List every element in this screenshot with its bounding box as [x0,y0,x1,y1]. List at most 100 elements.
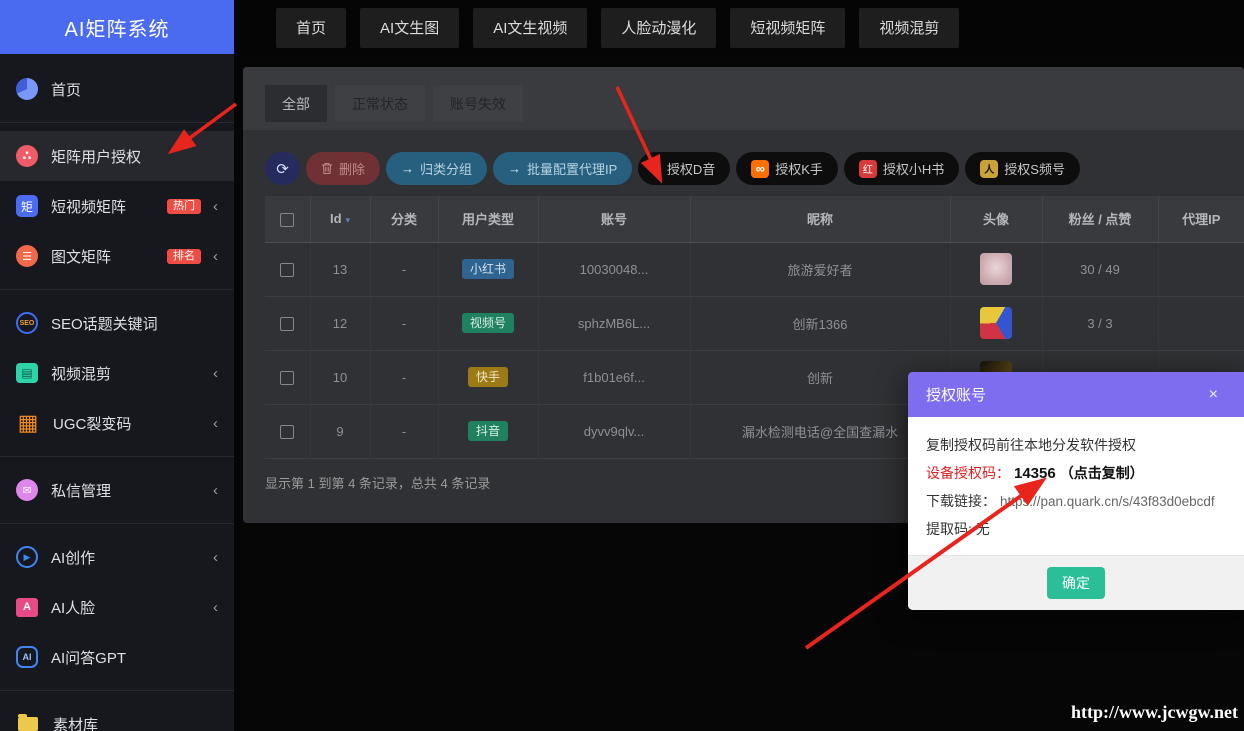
sidebar-item-label: 图文矩阵 [51,246,111,267]
confirm-button[interactable]: 确定 [1047,567,1105,599]
video-clip-icon: ▤ [16,363,38,383]
row-checkbox[interactable] [280,263,294,277]
sidebar-item-image-text-matrix[interactable]: ☰ 图文矩阵 排名 ‹ [0,231,234,281]
col-header-proxy-ip: 代理IP [1158,196,1244,242]
sidebar-item-short-video-matrix[interactable]: 矩 短视频矩阵 热门 ‹ [0,181,234,231]
image-text-matrix-icon: ☰ [16,245,38,267]
auth-douyin-button[interactable]: ♪ 授权D音 [638,152,730,185]
col-header-avatar: 头像 [950,196,1042,242]
cell-id: 13 [310,242,370,296]
sidebar-item-ai-face[interactable]: A AI人脸 ‹ [0,582,234,632]
row-checkbox[interactable] [280,371,294,385]
row-checkbox[interactable] [280,317,294,331]
cell-fans-likes: 30 / 49 [1042,242,1158,296]
user-auth-icon: ∴ [16,145,38,167]
auth-kuaishou-label: 授权K手 [775,159,823,178]
sidebar-item-video-mix[interactable]: ▤ 视频混剪 ‹ [0,348,234,398]
topnav-tab-video-mix[interactable]: 视频混剪 [859,8,959,48]
auth-douyin-label: 授权D音 [667,159,715,178]
ai-face-icon: A [16,598,38,617]
seo-icon: SEO [16,312,38,334]
sidebar-item-ai-create[interactable]: ▶ AI创作 ‹ [0,532,234,582]
sidebar-separator [0,690,234,691]
modal-title: 授权账号 [926,384,986,405]
sidebar-item-ai-gpt[interactable]: AI AI问答GPT [0,632,234,682]
group-button-label: 归类分组 [420,159,472,178]
ai-gpt-icon: AI [16,646,38,668]
topnav-tab-ai-text-video[interactable]: AI文生视频 [473,8,587,48]
sidebar-separator [0,523,234,524]
hot-badge: 热门 [167,199,201,214]
filter-tab-invalid[interactable]: 账号失效 [433,85,523,122]
envelope-icon: ✉ [16,479,38,501]
cell-nickname: 创新1366 [690,296,950,350]
device-code-label: 设备授权码： [926,463,1010,483]
auth-kuaishou-button[interactable]: ∞ 授权K手 [736,152,838,185]
sidebar-item-seo-keywords[interactable]: SEO SEO话题关键词 [0,298,234,348]
cell-nickname: 旅游爱好者 [690,242,950,296]
auth-shipinhao-label: 授权S频号 [1004,159,1065,178]
col-header-id[interactable]: Id▾ [310,196,370,242]
pagination-info: 显示第 1 到第 4 条记录，总共 4 条记录 [265,473,490,492]
auth-shipinhao-button[interactable]: 人 授权S频号 [965,152,1080,185]
sidebar-item-label: AI问答GPT [51,647,126,668]
sidebar-item-matrix-user-auth[interactable]: ∴ 矩阵用户授权 [0,131,234,181]
col-header-category: 分类 [370,196,438,242]
cell-id: 10 [310,350,370,404]
chevron-left-icon: ‹ [213,549,218,566]
batch-proxy-button-label: 批量配置代理IP [527,159,617,178]
refresh-button[interactable]: ⟳ [265,152,300,185]
copy-hint[interactable]: （点击复制） [1060,463,1144,483]
trash-icon [321,162,333,175]
group-button[interactable]: → 归类分组 [386,152,487,185]
sidebar-item-home[interactable]: 首页 [0,64,234,114]
avatar [980,253,1012,285]
modal-intro-text: 复制授权码前往本地分发软件授权 [926,431,1226,459]
ai-create-icon: ▶ [16,546,38,568]
sidebar-item-label: AI创作 [51,547,95,568]
download-link-label: 下载链接： [926,491,996,511]
cell-category: - [370,242,438,296]
sidebar-item-label: 素材库 [53,714,98,731]
sidebar-item-label: 矩阵用户授权 [51,146,141,167]
short-video-matrix-icon: 矩 [16,195,38,217]
topnav-tab-ai-text-image[interactable]: AI文生图 [360,8,459,48]
sidebar-item-label: 首页 [51,79,81,100]
topnav-tab-short-video-matrix[interactable]: 短视频矩阵 [730,8,845,48]
user-type-badge: 小红书 [462,259,514,279]
cell-fans-likes: 3 / 3 [1042,296,1158,350]
close-icon[interactable]: × [1209,386,1218,404]
avatar [980,307,1012,339]
user-type-badge: 快手 [468,367,508,387]
cell-proxy-ip [1158,296,1244,350]
topnav-tab-home[interactable]: 首页 [276,8,346,48]
sidebar-item-private-message[interactable]: ✉ 私信管理 ‹ [0,465,234,515]
col-header-account: 账号 [538,196,690,242]
batch-proxy-button[interactable]: → 批量配置代理IP [493,152,632,185]
modal-body: 复制授权码前往本地分发软件授权 设备授权码： 14356 （点击复制） 下载链接… [908,417,1244,543]
device-auth-code[interactable]: 14356 [1014,465,1056,482]
delete-button[interactable]: 删除 [306,152,380,185]
sidebar-item-label: 短视频矩阵 [51,196,126,217]
download-link[interactable]: https://pan.quark.cn/s/43f83d0ebcdf [1000,494,1215,509]
sidebar-item-material-library[interactable]: 素材库 [0,699,234,731]
select-all-checkbox[interactable] [280,213,294,227]
modal-header: 授权账号 × [908,372,1244,417]
sidebar-item-label: AI人脸 [51,597,95,618]
filter-tab-normal[interactable]: 正常状态 [335,85,425,122]
sidebar-item-ugc-code[interactable]: ▦ UGC裂变码 ‹ [0,398,234,448]
cell-category: - [370,350,438,404]
topnav-tab-face-anime[interactable]: 人脸动漫化 [601,8,716,48]
row-checkbox[interactable] [280,425,294,439]
col-header-fans-likes: 粉丝 / 点赞 [1042,196,1158,242]
cell-category: - [370,404,438,458]
refresh-icon: ⟳ [276,160,289,178]
cell-id: 12 [310,296,370,350]
folder-icon [18,717,38,731]
xiaohongshu-icon: 红 [859,160,877,178]
filter-tabs: 全部 正常状态 账号失效 [243,67,1244,130]
arrow-right-icon: → [401,161,414,176]
auth-xiaohongshu-button[interactable]: 红 授权小H书 [844,152,959,185]
chevron-left-icon: ‹ [213,198,218,215]
filter-tab-all[interactable]: 全部 [265,85,327,122]
